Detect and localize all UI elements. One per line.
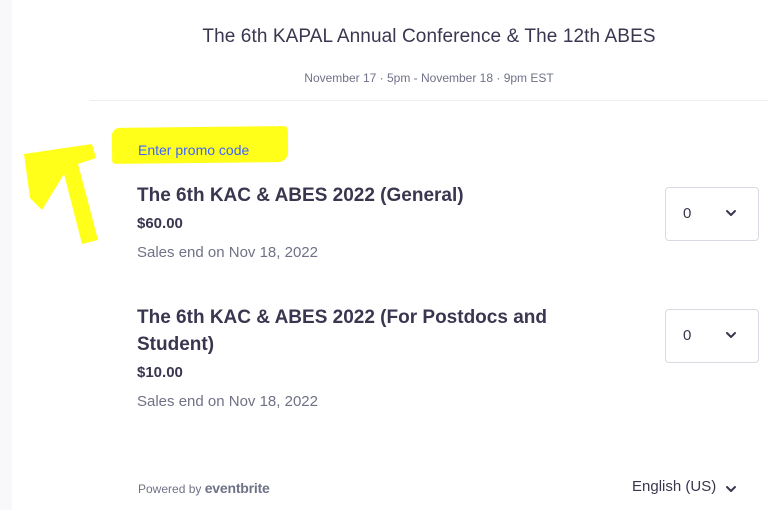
quantity-select[interactable]: 0 [665, 187, 759, 241]
ticket-item: The 6th KAC & ABES 2022 (For Postdocs an… [137, 304, 567, 410]
ticket-name: The 6th KAC & ABES 2022 (General) [137, 185, 464, 206]
page-edge [0, 0, 12, 510]
powered-by: Powered by eventbrite [138, 480, 270, 496]
chevron-down-icon [726, 210, 736, 216]
ticket-item: The 6th KAC & ABES 2022 (General) $60.00… [137, 182, 577, 261]
ticket-price: $60.00 [137, 215, 183, 232]
chevron-down-icon [726, 332, 736, 338]
powered-by-label: Powered by [138, 482, 202, 496]
event-title: The 6th KAPAL Annual Conference & The 12… [202, 26, 656, 47]
promo-code-link[interactable]: Enter promo code [138, 142, 249, 158]
ticket-sales-end: Sales end on Nov 18, 2022 [137, 393, 318, 410]
quantity-select[interactable]: 0 [665, 309, 759, 363]
ticket-sales-end: Sales end on Nov 18, 2022 [137, 244, 318, 261]
event-date-range: November 17 · 5pm - November 18 · 9pm ES… [304, 71, 554, 85]
quantity-value: 0 [683, 327, 692, 344]
ticket-name: The 6th KAC & ABES 2022 (For Postdocs an… [137, 307, 547, 355]
header-divider [90, 100, 768, 101]
language-selector[interactable]: English (US) [632, 478, 716, 495]
eventbrite-logo: eventbrite [204, 480, 270, 496]
quantity-value: 0 [683, 205, 692, 222]
ticket-price: $10.00 [137, 364, 183, 381]
chevron-down-icon[interactable] [724, 482, 738, 496]
arrow-icon [24, 144, 98, 244]
